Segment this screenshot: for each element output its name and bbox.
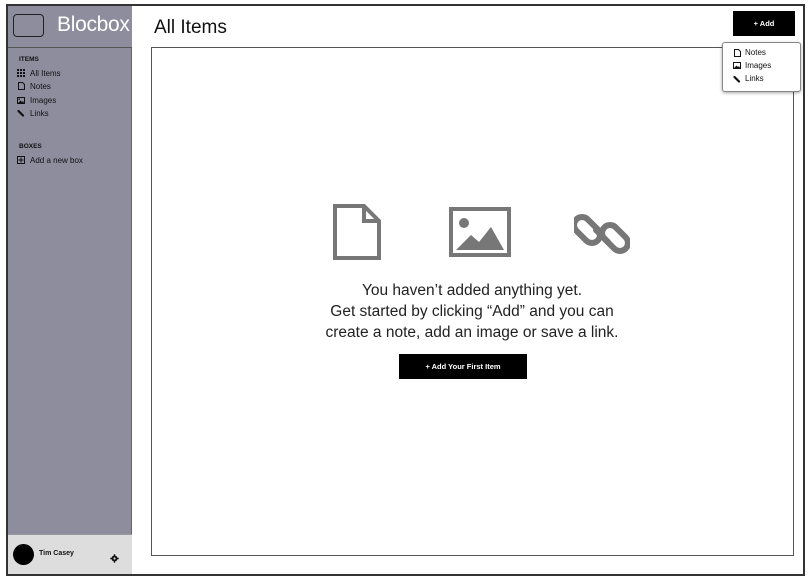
empty-state-message: You haven’t added anything yet. Get star…: [302, 280, 642, 343]
note-icon: [16, 81, 26, 91]
page-title: All Items: [154, 17, 227, 38]
sidebar-item-label: Links: [30, 108, 49, 118]
link-icon: [16, 108, 26, 118]
items-heading: ITEMS: [19, 56, 39, 63]
image-icon: [733, 62, 741, 70]
sidebar-item-notes[interactable]: Notes: [16, 80, 51, 92]
add-new-box-button[interactable]: Add a new box: [16, 154, 83, 166]
items-panel: You haven’t added anything yet. Get star…: [151, 47, 794, 556]
plus-box-icon: [16, 155, 26, 165]
add-dropdown-menu: Notes Images Links: [722, 42, 801, 92]
menu-item-images[interactable]: Images: [733, 60, 771, 71]
menu-item-links[interactable]: Links: [733, 73, 764, 84]
empty-state-line: create a note, add an image or save a li…: [325, 324, 619, 341]
avatar[interactable]: [13, 544, 34, 565]
grid-icon: [16, 68, 26, 78]
boxes-heading: BOXES: [19, 143, 42, 150]
image-icon: [449, 207, 511, 262]
link-icon: [733, 75, 741, 83]
sidebar-item-all-items[interactable]: All Items: [16, 67, 61, 79]
logo-icon: [13, 14, 44, 37]
gear-icon[interactable]: [110, 550, 119, 563]
sidebar-item-label: Images: [30, 95, 57, 105]
note-icon: [332, 203, 382, 266]
add-first-item-button[interactable]: + Add Your First Item: [399, 354, 527, 379]
sidebar-item-label: Notes: [30, 81, 51, 91]
brand-name: Blocbox: [57, 13, 130, 36]
image-icon: [16, 95, 26, 105]
link-icon: [571, 206, 631, 267]
menu-item-label: Links: [745, 74, 764, 83]
empty-state-line: Get started by clicking “Add” and you ca…: [330, 303, 614, 320]
brand-header: Blocbox: [8, 6, 132, 48]
menu-item-label: Images: [745, 61, 772, 70]
sidebar: Blocbox ITEMS All Items Notes Images Lin…: [8, 6, 132, 574]
sidebar-item-images[interactable]: Images: [16, 94, 56, 106]
empty-state-line: You haven’t added anything yet.: [361, 282, 583, 299]
menu-item-notes[interactable]: Notes: [733, 47, 766, 58]
user-bar: Tim Casey: [8, 534, 132, 574]
sidebar-item-label: All Items: [30, 68, 61, 78]
note-icon: [733, 48, 741, 57]
add-button[interactable]: + Add: [733, 11, 795, 36]
app-window: Blocbox ITEMS All Items Notes Images Lin…: [6, 4, 805, 576]
sidebar-item-links[interactable]: Links: [16, 107, 49, 119]
sidebar-item-label: Add a new box: [30, 155, 83, 165]
user-name: Tim Casey: [39, 550, 74, 557]
menu-item-label: Notes: [745, 48, 766, 57]
